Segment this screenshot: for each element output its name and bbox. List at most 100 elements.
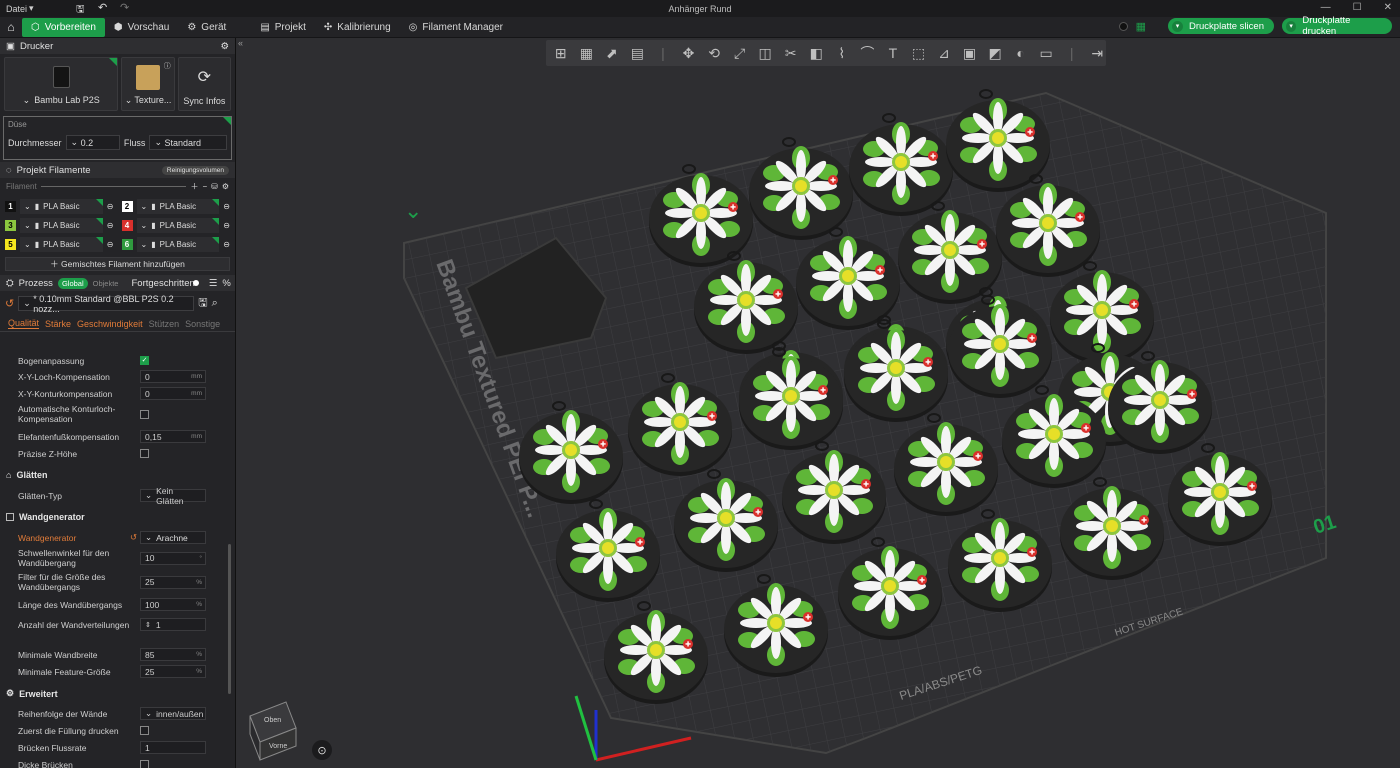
sync-filament-icon[interactable]: ⛁ <box>211 182 218 191</box>
remove-filament-icon[interactable]: ⊖ <box>107 202 114 211</box>
min-wall-width-input[interactable]: 85% <box>140 648 206 661</box>
elephant-foot-input[interactable]: 0,15 mm <box>140 430 206 443</box>
home-icon[interactable]: ⌂ <box>0 20 22 34</box>
filament-color-swatch[interactable]: 1 <box>5 200 16 212</box>
wall-generator-select[interactable]: ⌄ Arachne <box>140 531 206 544</box>
remove-filament-icon[interactable]: ⊖ <box>223 221 230 230</box>
add-icon[interactable]: ＋ <box>190 181 198 192</box>
filament-manager-button[interactable]: ◎ Filament Manager <box>400 18 512 37</box>
filament-slot[interactable]: 2 ⌄ ▮ PLA Basic ⊖ <box>121 198 230 214</box>
view-cube[interactable]: Oben Vorne <box>249 701 297 761</box>
filament-color-swatch[interactable]: 5 <box>5 238 16 250</box>
xy-contour-input[interactable]: 0 mm <box>140 387 206 400</box>
filament-slot[interactable]: 1 ⌄ ▮ PLA Basic ⊖ <box>5 198 114 214</box>
global-toggle[interactable]: Global <box>57 277 88 289</box>
file-menu[interactable]: Datei ▾ <box>6 3 34 14</box>
param-value: Kein Glätten <box>156 485 184 506</box>
tab-preview[interactable]: ⬢ Vorschau <box>105 18 178 37</box>
filament-select[interactable]: ⌄ ▮ PLA Basic <box>20 217 103 233</box>
objects-toggle[interactable]: Objekte <box>93 279 119 288</box>
gear-icon[interactable]: ⚙ <box>222 182 229 191</box>
filament-select[interactable]: ⌄ ▮ PLA Basic <box>136 198 220 214</box>
flow-select[interactable]: ⌄ Standard <box>149 135 227 150</box>
tab-others[interactable]: Sonstige <box>185 319 220 329</box>
print-plate-button[interactable]: ▾ Druckplatte drucken <box>1282 15 1392 37</box>
min-feature-size-input[interactable]: 25% <box>140 665 206 678</box>
info-icon[interactable]: ⓘ <box>164 61 171 71</box>
auto-hole-checkbox[interactable] <box>140 409 149 419</box>
remove-filament-icon[interactable]: ⊖ <box>107 240 114 249</box>
filament-slot[interactable]: 6 ⌄ ▮ PLA Basic ⊖ <box>121 236 230 252</box>
close-icon[interactable]: ✕ <box>1384 2 1392 13</box>
wall-order-select[interactable]: ⌄ innen/außen <box>140 707 206 720</box>
printer-select[interactable]: ⌄ Bambu Lab P2S <box>4 57 119 111</box>
reset-icon[interactable]: ↺ <box>5 297 14 310</box>
plate-select[interactable]: ⓘ ⌄ Texture... <box>121 57 175 111</box>
filament-color-swatch[interactable]: 6 <box>121 238 133 250</box>
sync-infos-button[interactable]: ⟳ Sync Infos <box>177 57 231 111</box>
bridge-flow-input[interactable]: 1 <box>140 741 206 754</box>
filament-filter-label: Filament <box>6 182 37 191</box>
chevron-down-icon[interactable]: ▾ <box>1172 20 1183 32</box>
scrollbar[interactable] <box>228 544 231 694</box>
chevron-down-icon[interactable]: ▾ <box>1286 20 1297 32</box>
wall-transition-angle-input[interactable]: 10 ° <box>140 551 206 565</box>
sheet-icon[interactable]: ▦ <box>1136 20 1146 33</box>
wall-transition-length-input[interactable]: 100% <box>140 598 206 611</box>
chevron-down-icon: ⌄ <box>145 490 153 500</box>
undo-icon[interactable]: ↶ <box>98 1 107 14</box>
remove-filament-icon[interactable]: ⊖ <box>223 240 230 249</box>
filament-select[interactable]: ⌄ ▮ PLA Basic <box>20 236 103 252</box>
list-icon[interactable]: ☰ <box>209 278 218 289</box>
infill-first-checkbox[interactable] <box>140 726 149 735</box>
filament-color-swatch[interactable]: 2 <box>121 200 133 212</box>
tab-strength[interactable]: Stärke <box>45 319 71 329</box>
tab-prepare[interactable]: ⬡ Vorbereiten <box>22 17 105 37</box>
add-mixed-filament-button[interactable]: ＋ Gemischtes Filament hinzufügen <box>5 257 230 271</box>
filament-slot[interactable]: 4 ⌄ ▮ PLA Basic ⊖ <box>121 217 230 233</box>
filament-select[interactable]: ⌄ ▮ PLA Basic <box>136 236 220 252</box>
filament-color-swatch[interactable]: 4 <box>121 219 133 231</box>
printer-section-header[interactable]: ▣ Drucker ⚙ <box>0 38 235 54</box>
reset-icon[interactable]: ↺ <box>130 532 137 543</box>
filament-slot[interactable]: 3 ⌄ ▮ PLA Basic ⊖ <box>5 217 114 233</box>
prepare-icon: ⬡ <box>31 21 40 33</box>
slice-plate-button[interactable]: ▾ Druckplatte slicen <box>1168 18 1274 34</box>
tab-quality[interactable]: Qualität <box>8 318 40 329</box>
wall-distribution-stepper[interactable]: ⇕ 1 <box>140 618 206 631</box>
redo-icon[interactable]: ↷ <box>120 1 129 14</box>
project-button[interactable]: ▤ Projekt <box>251 18 315 37</box>
gear-icon[interactable]: ⚙ <box>220 41 229 52</box>
remove-filament-icon[interactable]: ⊖ <box>107 221 114 230</box>
wall-transition-filter-input[interactable]: 25% <box>140 575 206 589</box>
add-icon: ＋ <box>50 259 62 269</box>
3d-viewport[interactable]: « ⊞ ▦ ⬈ ▤ | ✥ ⟲ ⤢ ◫ ✂ ◧ ⌇ ⌒ T ⬚ ⊿ ▣ ◩ ◐ … <box>236 38 1400 768</box>
remove-icon[interactable]: − <box>202 182 207 191</box>
xy-hole-input[interactable]: 0 mm <box>140 370 206 383</box>
filament-select[interactable]: ⌄ ▮ PLA Basic <box>136 217 220 233</box>
arc-fitting-checkbox[interactable]: ✓ <box>140 356 149 365</box>
ironing-type-select[interactable]: ⌄ Kein Glätten <box>140 486 206 506</box>
stepper-icon[interactable]: ⇕ <box>145 621 151 629</box>
search-icon[interactable]: ⌕ <box>212 297 218 310</box>
filament-color-swatch[interactable]: 3 <box>5 219 16 231</box>
minimize-icon[interactable]: — <box>1321 2 1331 13</box>
process-profile-select[interactable]: ⌄ * 0.10mm Standard @BBL P2S 0.2 nozz... <box>18 294 195 314</box>
tab-support[interactable]: Stützen <box>149 319 180 329</box>
purge-volume-button[interactable]: Reinigungsvolumen <box>161 165 229 175</box>
precise-z-checkbox[interactable] <box>140 449 149 458</box>
save-icon[interactable]: 🖫 <box>198 294 207 313</box>
camera-reset-icon[interactable]: ⊙ <box>312 740 332 760</box>
calibration-button[interactable]: ✣ Kalibrierung <box>315 18 400 37</box>
thick-bridges-checkbox[interactable] <box>140 760 149 768</box>
filament-select[interactable]: ⌄ ▮ PLA Basic <box>20 198 103 214</box>
percent-icon[interactable]: % <box>222 278 230 289</box>
tab-device[interactable]: ⚙ Gerät <box>178 18 235 37</box>
remove-filament-icon[interactable]: ⊖ <box>223 202 230 211</box>
filament-slot[interactable]: 5 ⌄ ▮ PLA Basic ⊖ <box>5 236 114 252</box>
maximize-icon[interactable]: ☐ <box>1353 2 1362 13</box>
diameter-select[interactable]: ⌄ 0.2 <box>65 135 120 150</box>
tab-speed[interactable]: Geschwindigkeit <box>77 319 143 329</box>
filament-section-header[interactable]: ◌ Projekt Filamente Reinigungsvolumen <box>0 162 235 178</box>
view-cube-top: Oben <box>264 717 281 724</box>
